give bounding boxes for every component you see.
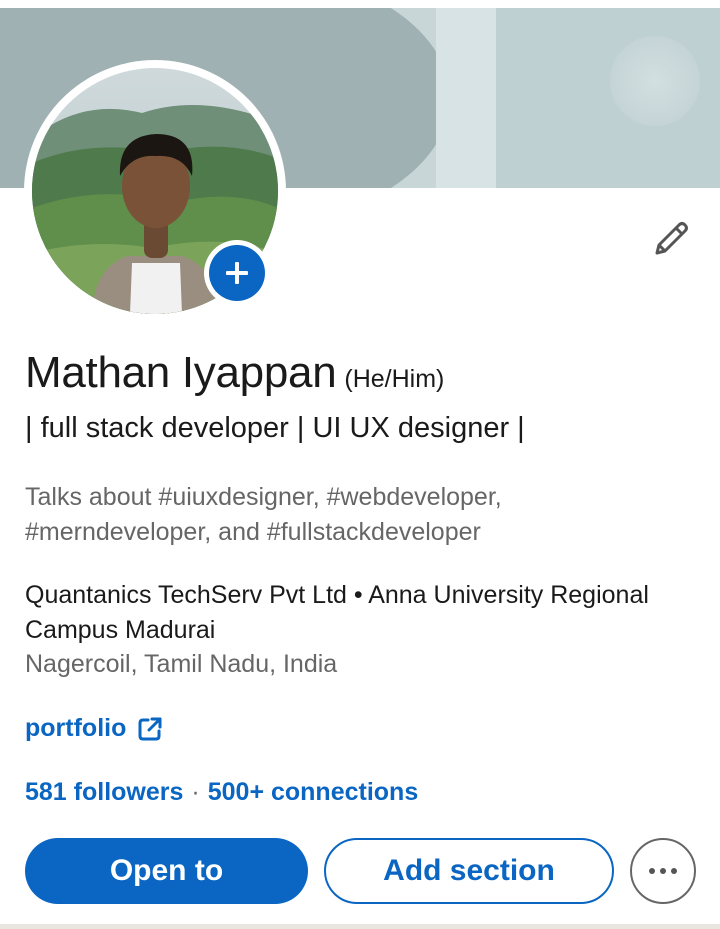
name-row: Mathan Iyappan (He/Him)	[25, 348, 444, 398]
pencil-icon	[655, 222, 688, 255]
add-section-label: Add section	[383, 854, 555, 887]
portfolio-link[interactable]: portfolio	[25, 714, 164, 743]
open-to-label: Open to	[109, 854, 224, 887]
profile-location: Nagercoil, Tamil Nadu, India	[25, 650, 338, 678]
talks-about: Talks about #uiuxdesigner, #webdeveloper…	[25, 483, 502, 546]
add-section-button[interactable]: Add section	[324, 838, 614, 904]
edit-profile-button[interactable]	[646, 216, 694, 264]
profile-name: Mathan Iyappan	[25, 348, 337, 397]
stats-separator: ·	[191, 778, 200, 806]
followers-link[interactable]: 581 followers	[25, 778, 183, 807]
network-stats: 581 followers · 500+ connections	[25, 778, 418, 807]
external-link-icon	[136, 715, 164, 743]
banner-decoration	[610, 36, 700, 126]
portfolio-label: portfolio	[25, 714, 127, 742]
experience-education[interactable]: Quantanics TechServ Pvt Ltd • Anna Unive…	[25, 578, 695, 648]
plus-icon	[209, 245, 265, 301]
add-photo-button[interactable]	[204, 240, 270, 306]
profile-headline: | full stack developer | UI UX designer …	[25, 412, 525, 444]
open-to-button[interactable]: Open to	[25, 838, 308, 904]
profile-pronouns: (He/Him)	[344, 365, 445, 393]
section-divider	[0, 924, 720, 929]
connections-link[interactable]: 500+ connections	[208, 778, 419, 807]
ellipsis-icon	[649, 868, 677, 874]
banner-stripe	[436, 8, 496, 188]
more-actions-button[interactable]	[630, 838, 696, 904]
